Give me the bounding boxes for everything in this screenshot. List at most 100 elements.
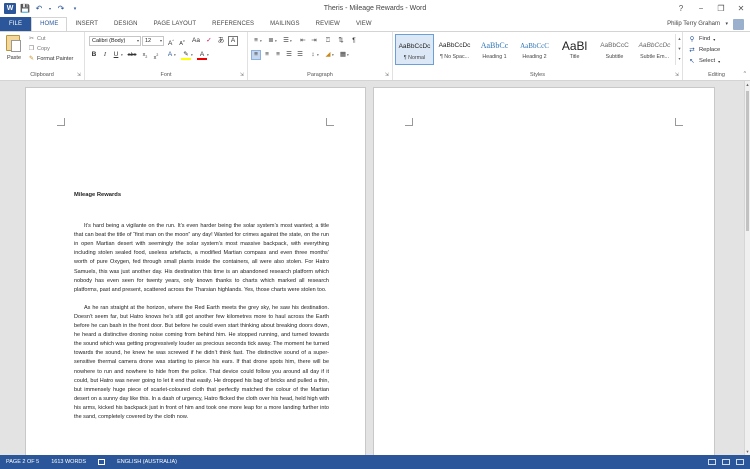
restore-icon[interactable]: ❐ bbox=[716, 4, 726, 13]
find-button[interactable]: ⚲ Find ▾ bbox=[688, 35, 716, 43]
language-status[interactable]: ENGLISH (AUSTRALIA) bbox=[111, 459, 183, 465]
font-name-dropdown-icon[interactable]: ▾ bbox=[137, 37, 139, 45]
save-icon[interactable]: 💾 bbox=[20, 4, 30, 14]
read-mode-icon[interactable] bbox=[708, 459, 716, 465]
gallery-more-icon[interactable]: ▾ bbox=[676, 54, 683, 64]
highlight-dropdown-icon[interactable]: ▾ bbox=[191, 53, 193, 57]
clear-formatting-icon[interactable]: ✓ bbox=[204, 36, 214, 46]
avatar[interactable] bbox=[733, 19, 744, 30]
tab-home[interactable]: HOME bbox=[31, 17, 68, 31]
style-heading-1[interactable]: AaBbCc Heading 1 bbox=[475, 34, 514, 65]
help-icon[interactable]: ? bbox=[676, 4, 686, 13]
paragraph-launcher-icon[interactable]: ⇲ bbox=[385, 72, 389, 78]
gallery-up-icon[interactable]: ▲ bbox=[676, 34, 683, 44]
shading-dropdown-icon[interactable]: ▾ bbox=[332, 53, 334, 57]
line-spacing-dropdown-icon[interactable]: ▾ bbox=[317, 53, 319, 57]
style-no-spacing[interactable]: AaBbCcDc ¶ No Spac... bbox=[435, 34, 474, 65]
font-size-combo[interactable]: 12 ▾ bbox=[142, 36, 164, 46]
gallery-down-icon[interactable]: ▼ bbox=[676, 44, 683, 54]
status-bar: PAGE 2 OF 5 1613 WORDS ENGLISH (AUSTRALI… bbox=[0, 455, 750, 469]
distributed-icon[interactable]: ☰ bbox=[295, 50, 305, 60]
change-case-icon[interactable]: Aa bbox=[191, 36, 201, 46]
word-count[interactable]: 1613 WORDS bbox=[45, 459, 92, 465]
minimize-icon[interactable]: − bbox=[696, 4, 706, 13]
style-subtitle[interactable]: AaBbCcC Subtitle bbox=[595, 34, 634, 65]
format-painter-button[interactable]: ✎ Format Painter bbox=[28, 55, 73, 63]
grow-font-icon[interactable]: A^ bbox=[166, 36, 176, 47]
sort-icon[interactable]: ⇅ bbox=[336, 36, 346, 46]
asian-layout-icon[interactable]: ⍞ bbox=[323, 36, 333, 46]
collapse-ribbon-icon[interactable]: ^ bbox=[744, 71, 746, 77]
bold-icon[interactable]: B bbox=[89, 50, 99, 60]
undo-dropdown-icon[interactable]: ▾ bbox=[48, 4, 52, 14]
user-dropdown-icon[interactable]: ▾ bbox=[725, 17, 728, 31]
tab-design[interactable]: DESIGN bbox=[106, 17, 146, 31]
web-layout-icon[interactable] bbox=[736, 459, 744, 465]
style-preview: AaBbCcDc bbox=[438, 42, 471, 49]
justify-icon[interactable]: ☰ bbox=[284, 50, 294, 60]
align-left-icon[interactable]: ≡ bbox=[251, 50, 261, 60]
clipboard-launcher-icon[interactable]: ⇲ bbox=[77, 72, 81, 78]
page-1[interactable]: Mileage Rewards It’s hard being a vigila… bbox=[25, 87, 366, 455]
scroll-down-icon[interactable]: ▼ bbox=[745, 449, 750, 454]
style-subtle-emphasis[interactable]: AaBbCcDc Subtle Em... bbox=[635, 34, 674, 65]
tab-view[interactable]: VIEW bbox=[348, 17, 380, 31]
align-right-icon[interactable]: ≡ bbox=[273, 50, 283, 60]
font-color-icon[interactable]: A bbox=[197, 50, 207, 60]
tab-review[interactable]: REVIEW bbox=[308, 17, 348, 31]
tab-references[interactable]: REFERENCES bbox=[204, 17, 262, 31]
redo-icon[interactable]: ↷ bbox=[56, 4, 66, 14]
cut-button[interactable]: ✂ Cut bbox=[28, 35, 46, 43]
superscript-icon[interactable]: x2 bbox=[151, 50, 161, 61]
replace-button[interactable]: ⇄ Replace bbox=[688, 46, 720, 54]
numbering-dropdown-icon[interactable]: ▾ bbox=[275, 39, 277, 43]
page-count[interactable]: PAGE 2 OF 5 bbox=[0, 459, 45, 465]
proofing-status[interactable] bbox=[92, 459, 111, 465]
show-formatting-marks-icon[interactable]: ¶ bbox=[349, 36, 359, 46]
user-name[interactable]: Philip Terry Graham bbox=[667, 17, 720, 31]
tab-insert[interactable]: INSERT bbox=[67, 17, 106, 31]
increase-indent-icon[interactable]: ⇥ bbox=[309, 36, 319, 46]
document-area[interactable]: Mileage Rewards It’s hard being a vigila… bbox=[0, 81, 750, 455]
print-layout-icon[interactable] bbox=[722, 459, 730, 465]
highlight-icon[interactable]: ✎ bbox=[181, 50, 191, 60]
subscript-icon[interactable]: x2 bbox=[140, 50, 150, 60]
scrollbar-thumb[interactable] bbox=[746, 91, 749, 231]
shrink-font-icon[interactable]: Av bbox=[177, 36, 187, 47]
borders-dropdown-icon[interactable]: ▾ bbox=[347, 53, 349, 57]
page-body[interactable]: Mileage Rewards It’s hard being a vigila… bbox=[74, 191, 329, 431]
phonetic-guide-icon[interactable]: あ bbox=[216, 36, 226, 46]
copy-button[interactable]: ❐ Copy bbox=[28, 45, 50, 53]
style-normal[interactable]: AaBbCcDc ¶ Normal bbox=[395, 34, 434, 65]
close-icon[interactable]: ✕ bbox=[736, 4, 746, 13]
select-dropdown-icon[interactable]: ▾ bbox=[718, 59, 720, 64]
decrease-indent-icon[interactable]: ⇤ bbox=[298, 36, 308, 46]
underline-icon[interactable]: U bbox=[111, 50, 121, 60]
scroll-up-icon[interactable]: ▲ bbox=[745, 82, 750, 87]
styles-launcher-icon[interactable]: ⇲ bbox=[675, 72, 679, 78]
underline-dropdown-icon[interactable]: ▾ bbox=[121, 53, 123, 57]
find-dropdown-icon[interactable]: ▾ bbox=[713, 37, 715, 42]
tab-page-layout[interactable]: PAGE LAYOUT bbox=[146, 17, 205, 31]
tab-file[interactable]: FILE bbox=[0, 17, 32, 31]
strikethrough-icon[interactable]: abc bbox=[127, 50, 137, 60]
multilevel-list-dropdown-icon[interactable]: ▾ bbox=[290, 39, 292, 43]
font-launcher-icon[interactable]: ⇲ bbox=[240, 72, 244, 78]
page-2[interactable] bbox=[373, 87, 715, 455]
style-heading-2[interactable]: AaBbCcC Heading 2 bbox=[515, 34, 554, 65]
font-color-dropdown-icon[interactable]: ▾ bbox=[207, 53, 209, 57]
font-size-dropdown-icon[interactable]: ▾ bbox=[160, 37, 162, 45]
style-title[interactable]: AaBl Title bbox=[555, 34, 594, 65]
paste-button[interactable]: Paste bbox=[4, 34, 24, 68]
italic-icon[interactable]: I bbox=[100, 50, 110, 60]
vertical-scrollbar[interactable]: ▲ ▼ bbox=[744, 81, 750, 455]
tab-mailings[interactable]: MAILINGS bbox=[262, 17, 307, 31]
undo-icon[interactable]: ↶ bbox=[34, 4, 44, 14]
bullets-dropdown-icon[interactable]: ▾ bbox=[260, 39, 262, 43]
text-effects-dropdown-icon[interactable]: ▾ bbox=[174, 53, 176, 57]
align-center-icon[interactable]: ≡ bbox=[262, 50, 272, 60]
character-border-icon[interactable]: A bbox=[228, 36, 238, 46]
customize-qat-icon[interactable]: ▾ bbox=[70, 4, 80, 14]
font-name-combo[interactable]: Calibri (Body) ▾ bbox=[89, 36, 141, 46]
select-button[interactable]: ↖ Select ▾ bbox=[688, 57, 720, 65]
